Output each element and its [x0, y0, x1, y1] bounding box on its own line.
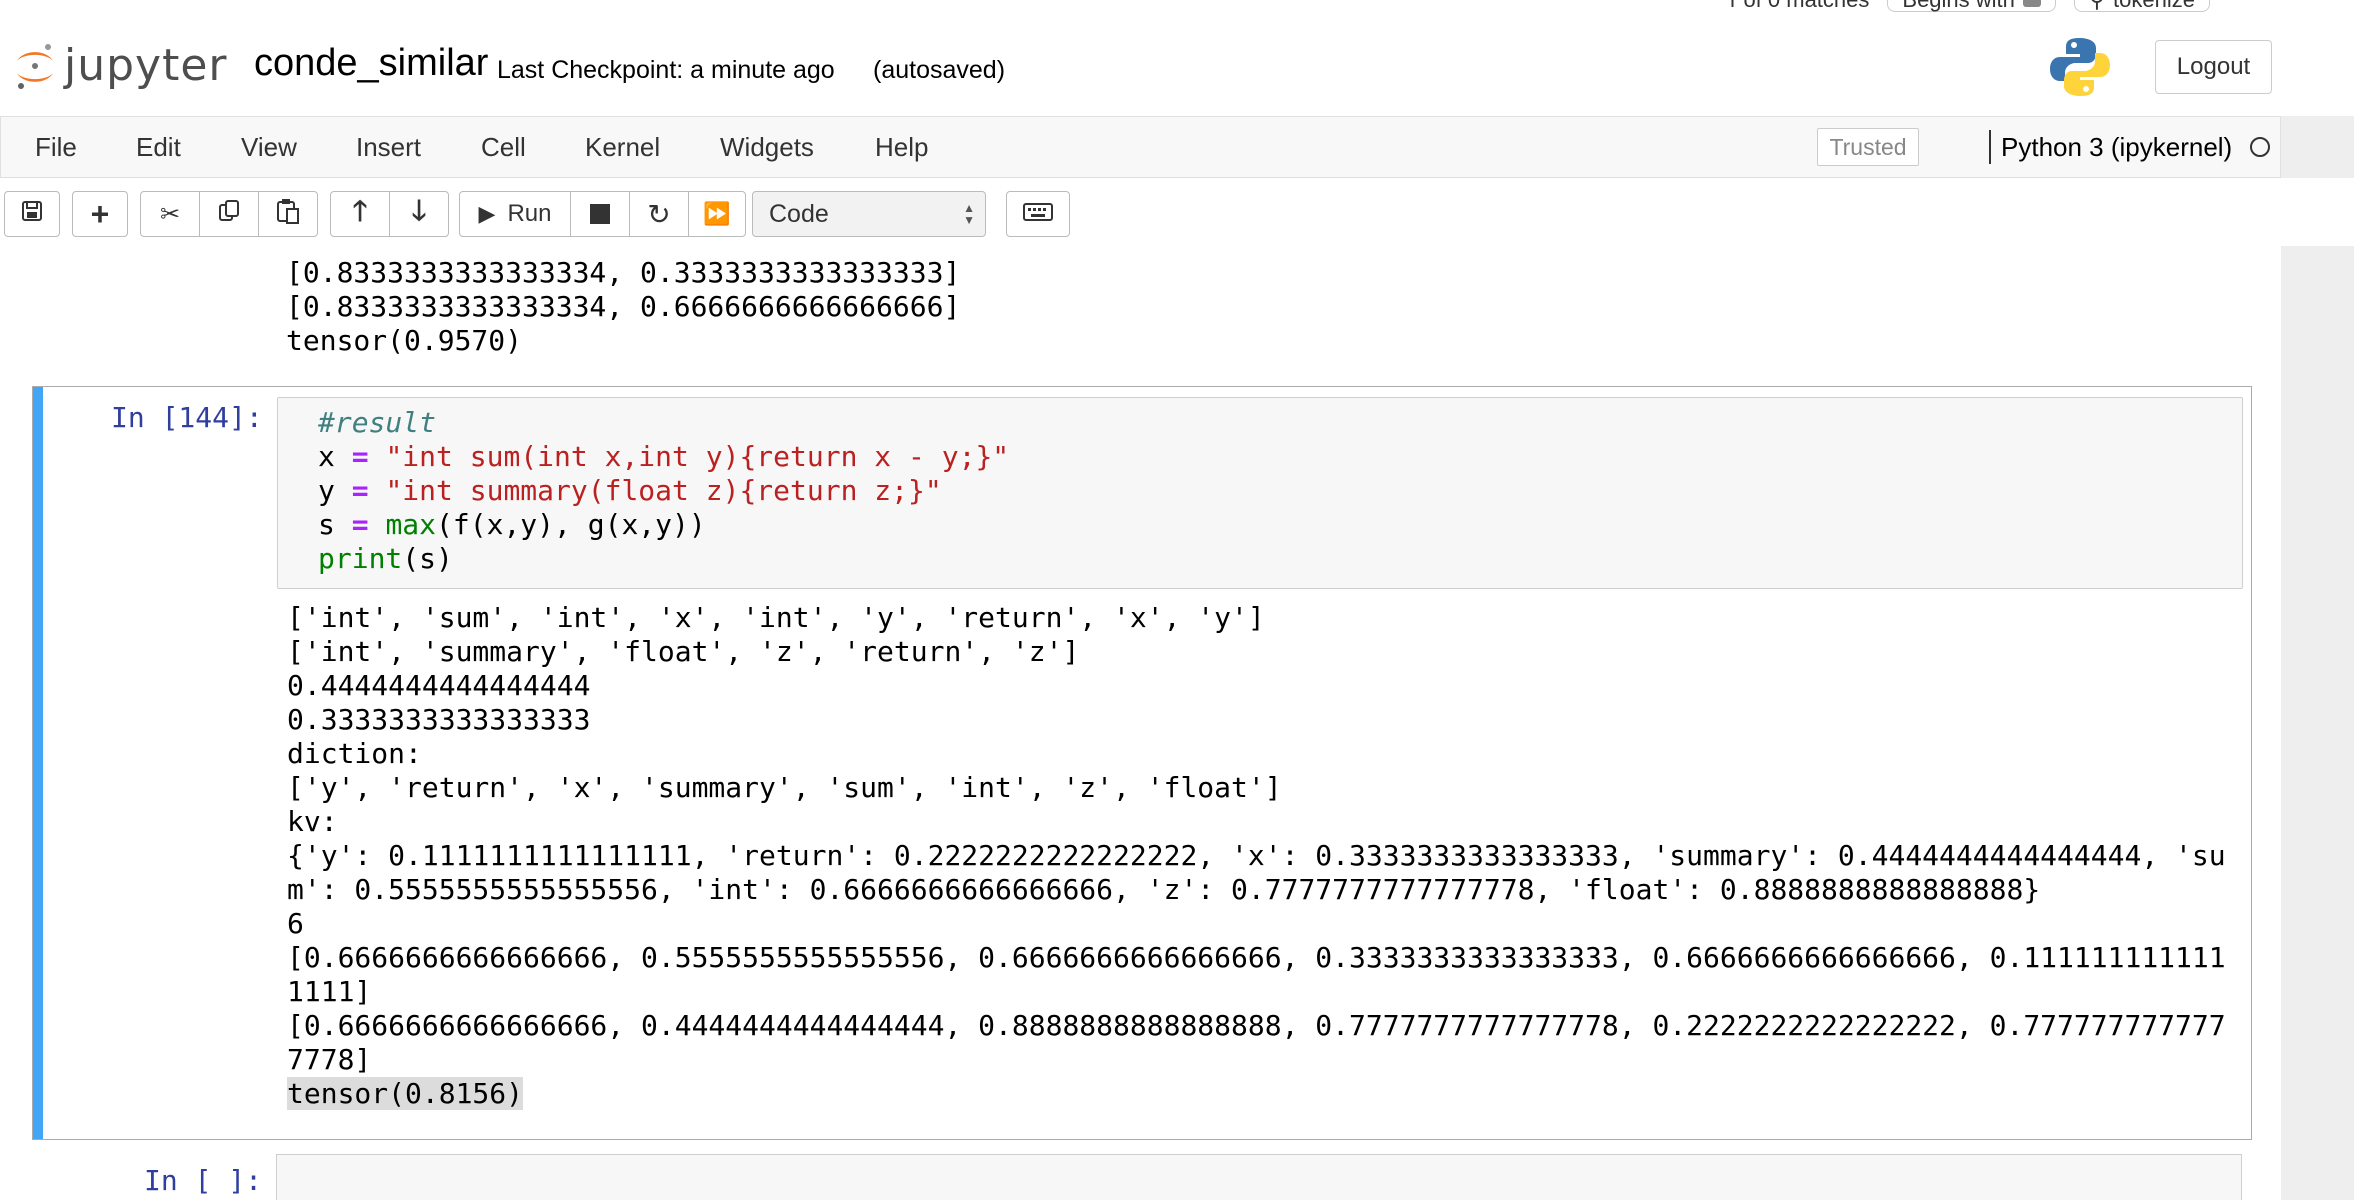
- kernel-indicator[interactable]: Python 3 (ipykernel): [1989, 130, 2271, 164]
- find-query: tokenize: [2113, 0, 2195, 11]
- search-icon: ⚲: [2089, 0, 2105, 11]
- code-cell-selected[interactable]: In [144]: #result x = "int sum(int x,int…: [32, 386, 2252, 1140]
- kernel-idle-icon: [2250, 137, 2271, 157]
- output-line: 7778]: [287, 1043, 372, 1076]
- code-operator: =: [351, 474, 369, 507]
- save-button[interactable]: [4, 191, 60, 237]
- code-token: s: [318, 508, 335, 541]
- output-line: ['y', 'return', 'x', 'summary', 'sum', '…: [287, 771, 1282, 804]
- input-prompt-empty: In [ ]:: [144, 1164, 263, 1197]
- output-line: m': 0.5555555555555556, 'int': 0.6666666…: [287, 873, 2041, 906]
- restart-button[interactable]: ↻: [629, 191, 689, 237]
- run-button[interactable]: ▶ Run: [459, 191, 571, 237]
- output-line: tensor(0.9570): [286, 324, 523, 357]
- copy-button[interactable]: [199, 191, 259, 237]
- output-line: 0.4444444444444444: [287, 669, 591, 702]
- menu-help[interactable]: Help: [875, 132, 928, 163]
- menu-bar: File Edit View Insert Cell Kernel Widget…: [0, 116, 2281, 178]
- code-token: (f(x,y), g(x,y)): [436, 508, 706, 541]
- selected-output-text: tensor(0.8156): [287, 1077, 524, 1110]
- menu-widgets[interactable]: Widgets: [720, 132, 814, 163]
- scissors-icon: ✂: [159, 200, 181, 228]
- autosave-status: (autosaved): [873, 56, 1006, 84]
- keyboard-icon: [1023, 200, 1053, 228]
- output-line: [0.6666666666666666, 0.5555555555555556,…: [287, 941, 2226, 974]
- find-match-count: r of 0 matches: [1730, 0, 1869, 13]
- toolbar: + ✂ 🡑 🡓 ▶ Run ↻ ⏩ Code ▲ ▼: [0, 178, 2354, 246]
- notebook-name[interactable]: conde_similar: [254, 42, 488, 85]
- menu-kernel[interactable]: Kernel: [585, 132, 660, 163]
- output-line: kv:: [287, 805, 338, 838]
- arrow-down-icon: 🡓: [411, 195, 427, 226]
- code-token: y: [318, 474, 335, 507]
- code-input-area-empty[interactable]: [276, 1154, 2242, 1200]
- output-line: [0.8333333333333334, 0.3333333333333333]: [286, 256, 961, 289]
- code-string: "int summary(float z){return z;}": [385, 474, 942, 507]
- move-up-button[interactable]: 🡑: [330, 191, 390, 237]
- find-input[interactable]: ⚲ tokenize: [2073, 0, 2210, 12]
- checkpoint-status: Last Checkpoint: a minute ago: [497, 56, 835, 84]
- restart-icon: ↻: [647, 198, 671, 230]
- output-line: [0.6666666666666666, 0.4444444444444444,…: [287, 1009, 2226, 1042]
- page-scroll-gutter[interactable]: [2281, 246, 2354, 1200]
- input-prompt: In [144]:: [111, 401, 263, 434]
- kernel-name: Python 3 (ipykernel): [2001, 131, 2233, 162]
- python-logo-icon: [2050, 38, 2110, 96]
- plus-icon: +: [90, 195, 110, 232]
- code-builtin: print: [318, 542, 403, 575]
- output-line: 6: [287, 907, 304, 940]
- jupyter-logo[interactable]: jupyter: [12, 40, 228, 91]
- code-operator: =: [351, 508, 369, 541]
- code-comment: #result: [318, 406, 437, 439]
- jupyter-logo-icon: [17, 43, 53, 89]
- stop-icon: [590, 204, 610, 224]
- copy-icon: [217, 199, 241, 230]
- code-token: (s): [402, 542, 453, 575]
- paste-icon: [276, 198, 300, 231]
- notebook-header: r of 0 matches Begins with ⚲ tokenize ju…: [0, 0, 2354, 116]
- logout-button[interactable]: Logout: [2155, 40, 2272, 94]
- menu-cell[interactable]: Cell: [481, 132, 526, 163]
- restart-run-all-button[interactable]: ⏩: [688, 191, 746, 237]
- menu-insert[interactable]: Insert: [356, 132, 421, 163]
- output-line: {'y': 0.1111111111111111, 'return': 0.22…: [287, 839, 2226, 872]
- menu-file[interactable]: File: [35, 132, 77, 163]
- move-down-button[interactable]: 🡓: [389, 191, 449, 237]
- code-input-area[interactable]: #result x = "int sum(int x,int y){return…: [277, 397, 2243, 589]
- cell-type-value: Code: [769, 199, 829, 228]
- save-icon: [21, 200, 43, 229]
- output-line: [0.8333333333333334, 0.6666666666666666]: [286, 290, 961, 323]
- notebook-container[interactable]: ‾ [0.8333333333333334, 0.333333333333333…: [0, 246, 2281, 1200]
- interrupt-button[interactable]: [570, 191, 630, 237]
- output-line: 0.3333333333333333: [287, 703, 591, 736]
- chevron-down-icon: [2022, 0, 2041, 7]
- jupyter-logo-text: jupyter: [64, 40, 228, 91]
- find-mode-label: Begins with: [1902, 0, 2015, 11]
- output-line-final: tensor(0.8156): [287, 1077, 524, 1111]
- code-token: x: [318, 440, 335, 473]
- paste-button[interactable]: [258, 191, 318, 237]
- code-string: "int sum(int x,int y){return x - y;}": [385, 440, 1010, 473]
- insert-cell-button[interactable]: +: [72, 191, 128, 237]
- code-operator: =: [351, 440, 369, 473]
- trusted-indicator[interactable]: Trusted: [1817, 128, 1919, 166]
- run-label: Run: [507, 200, 552, 227]
- arrow-up-icon: 🡑: [352, 195, 368, 226]
- fast-forward-icon: ⏩: [703, 201, 731, 226]
- output-line: ['int', 'summary', 'float', 'z', 'return…: [287, 635, 1080, 668]
- find-mode-select[interactable]: Begins with: [1887, 0, 2056, 12]
- cell-selection-bar: [33, 387, 43, 1139]
- cell-type-select[interactable]: Code ▲ ▼: [752, 191, 986, 237]
- output-line: 1111]: [287, 975, 372, 1008]
- output-line: ['int', 'sum', 'int', 'x', 'int', 'y', '…: [287, 601, 1265, 634]
- play-icon: ▶: [478, 201, 496, 226]
- cut-button[interactable]: ✂: [140, 191, 200, 237]
- code-builtin: max: [385, 508, 437, 541]
- select-arrows-icon: ▲ ▼: [963, 201, 975, 227]
- menu-view[interactable]: View: [241, 132, 297, 163]
- output-line: diction:: [287, 737, 422, 770]
- find-bar: r of 0 matches Begins with ⚲ tokenize: [1730, 0, 2210, 12]
- command-palette-button[interactable]: [1006, 191, 1070, 237]
- menu-edit[interactable]: Edit: [136, 132, 181, 163]
